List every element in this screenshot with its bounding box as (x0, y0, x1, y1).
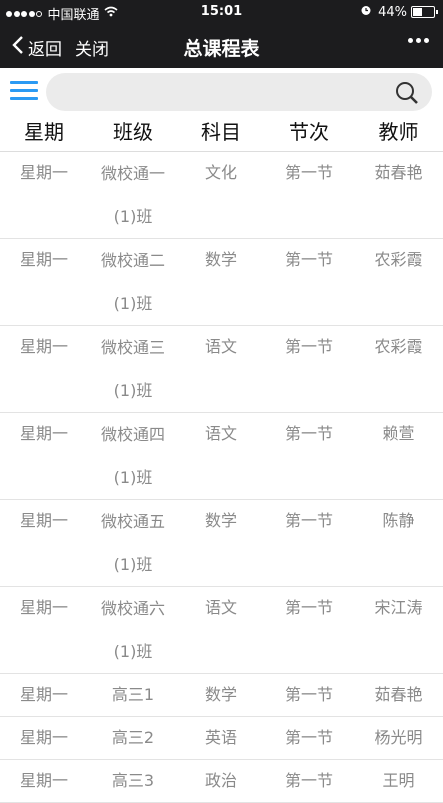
cell-subject: 语文 (204, 424, 237, 443)
menu-icon[interactable] (10, 79, 38, 103)
close-button[interactable]: 关闭 (75, 35, 109, 60)
back-button[interactable]: 返回 (12, 35, 62, 60)
cell-subject: 数学 (204, 250, 237, 269)
table-row[interactable]: 星期一 微校通四(1)班 语文 第一节 赖萱 (0, 413, 443, 500)
cell-day: 星期一 (19, 771, 68, 790)
cell-teacher: 宋江涛 (374, 598, 423, 617)
header-subject: 科目 (201, 120, 241, 144)
header-period: 节次 (289, 120, 329, 144)
cell-class: 微校通六(1)班 (100, 599, 165, 661)
search-input[interactable] (62, 79, 386, 107)
cell-teacher: 赖萱 (382, 424, 415, 443)
table-row[interactable]: 星期一 微校通六(1)班 语文 第一节 宋江涛 (0, 587, 443, 674)
battery-icon (411, 6, 438, 18)
header-teacher: 教师 (378, 120, 419, 144)
cell-day: 星期一 (19, 337, 68, 356)
more-icon[interactable] (405, 38, 429, 43)
cell-period: 第一节 (284, 337, 333, 356)
cell-day: 星期一 (19, 511, 68, 530)
table-row[interactable]: 星期一 高三3 政治 第一节 王明 (0, 760, 443, 803)
cell-period: 第一节 (284, 163, 333, 182)
cell-subject: 文化 (204, 163, 237, 182)
cell-teacher: 农彩霞 (374, 250, 423, 269)
table-row[interactable]: 星期一 微校通五(1)班 数学 第一节 陈静 (0, 500, 443, 587)
cell-subject: 数学 (204, 685, 237, 704)
cell-class: 微校通四(1)班 (100, 425, 165, 487)
cell-class: 微校通三(1)班 (100, 338, 165, 400)
page-title: 总课程表 (183, 38, 260, 60)
cell-teacher: 农彩霞 (374, 337, 423, 356)
search-row (0, 68, 443, 116)
cell-teacher: 陈静 (382, 511, 415, 530)
cell-period: 第一节 (284, 250, 333, 269)
table-header: 星期 班级 科目 节次 教师 (0, 116, 443, 152)
cell-period: 第一节 (284, 424, 333, 443)
cell-class: 微校通一(1)班 (100, 164, 165, 226)
cell-teacher: 茹春艳 (374, 685, 423, 704)
status-bar: 中国联通 15:01 44% (0, 0, 443, 24)
cell-subject: 语文 (204, 598, 237, 617)
cell-teacher: 王明 (382, 771, 415, 790)
cell-day: 星期一 (19, 685, 68, 704)
cell-class: 微校通五(1)班 (100, 512, 165, 574)
cell-teacher: 茹春艳 (374, 163, 423, 182)
cell-subject: 英语 (204, 728, 237, 747)
cell-subject: 数学 (204, 511, 237, 530)
search-icon[interactable] (394, 80, 420, 110)
header-day: 星期 (24, 120, 64, 144)
battery-percent: 44% (378, 4, 407, 20)
cell-class: 高三1 (111, 685, 155, 704)
cell-day: 星期一 (19, 598, 68, 617)
cell-subject: 语文 (204, 337, 237, 356)
cell-day: 星期一 (19, 424, 68, 443)
cell-period: 第一节 (284, 511, 333, 530)
table-row[interactable]: 星期一 微校通二(1)班 数学 第一节 农彩霞 (0, 239, 443, 326)
chevron-left-icon (12, 35, 24, 60)
table-row[interactable]: 星期一 高三1 数学 第一节 茹春艳 (0, 674, 443, 717)
cell-day: 星期一 (19, 163, 68, 182)
cell-period: 第一节 (284, 771, 333, 790)
cell-period: 第一节 (284, 685, 333, 704)
header-class: 班级 (113, 120, 153, 144)
alarm-icon (360, 4, 372, 20)
back-label: 返回 (28, 40, 62, 60)
schedule-table: 星期一 微校通一(1)班 文化 第一节 茹春艳 星期一 微校通二(1)班 数学 … (0, 152, 443, 803)
cell-period: 第一节 (284, 598, 333, 617)
search-box (46, 73, 432, 111)
cell-day: 星期一 (19, 250, 68, 269)
table-row[interactable]: 星期一 微校通三(1)班 语文 第一节 农彩霞 (0, 326, 443, 413)
cell-day: 星期一 (19, 728, 68, 747)
table-row[interactable]: 星期一 高三2 英语 第一节 杨光明 (0, 717, 443, 760)
cell-subject: 政治 (204, 771, 237, 790)
cell-period: 第一节 (284, 728, 333, 747)
cell-class: 微校通二(1)班 (100, 251, 165, 313)
status-right: 44% (360, 4, 438, 20)
cell-class: 高三2 (111, 728, 155, 747)
cell-teacher: 杨光明 (374, 728, 423, 747)
nav-bar: 返回 关闭 总课程表 (0, 24, 443, 68)
table-row[interactable]: 星期一 微校通一(1)班 文化 第一节 茹春艳 (0, 152, 443, 239)
cell-class: 高三3 (111, 771, 155, 790)
